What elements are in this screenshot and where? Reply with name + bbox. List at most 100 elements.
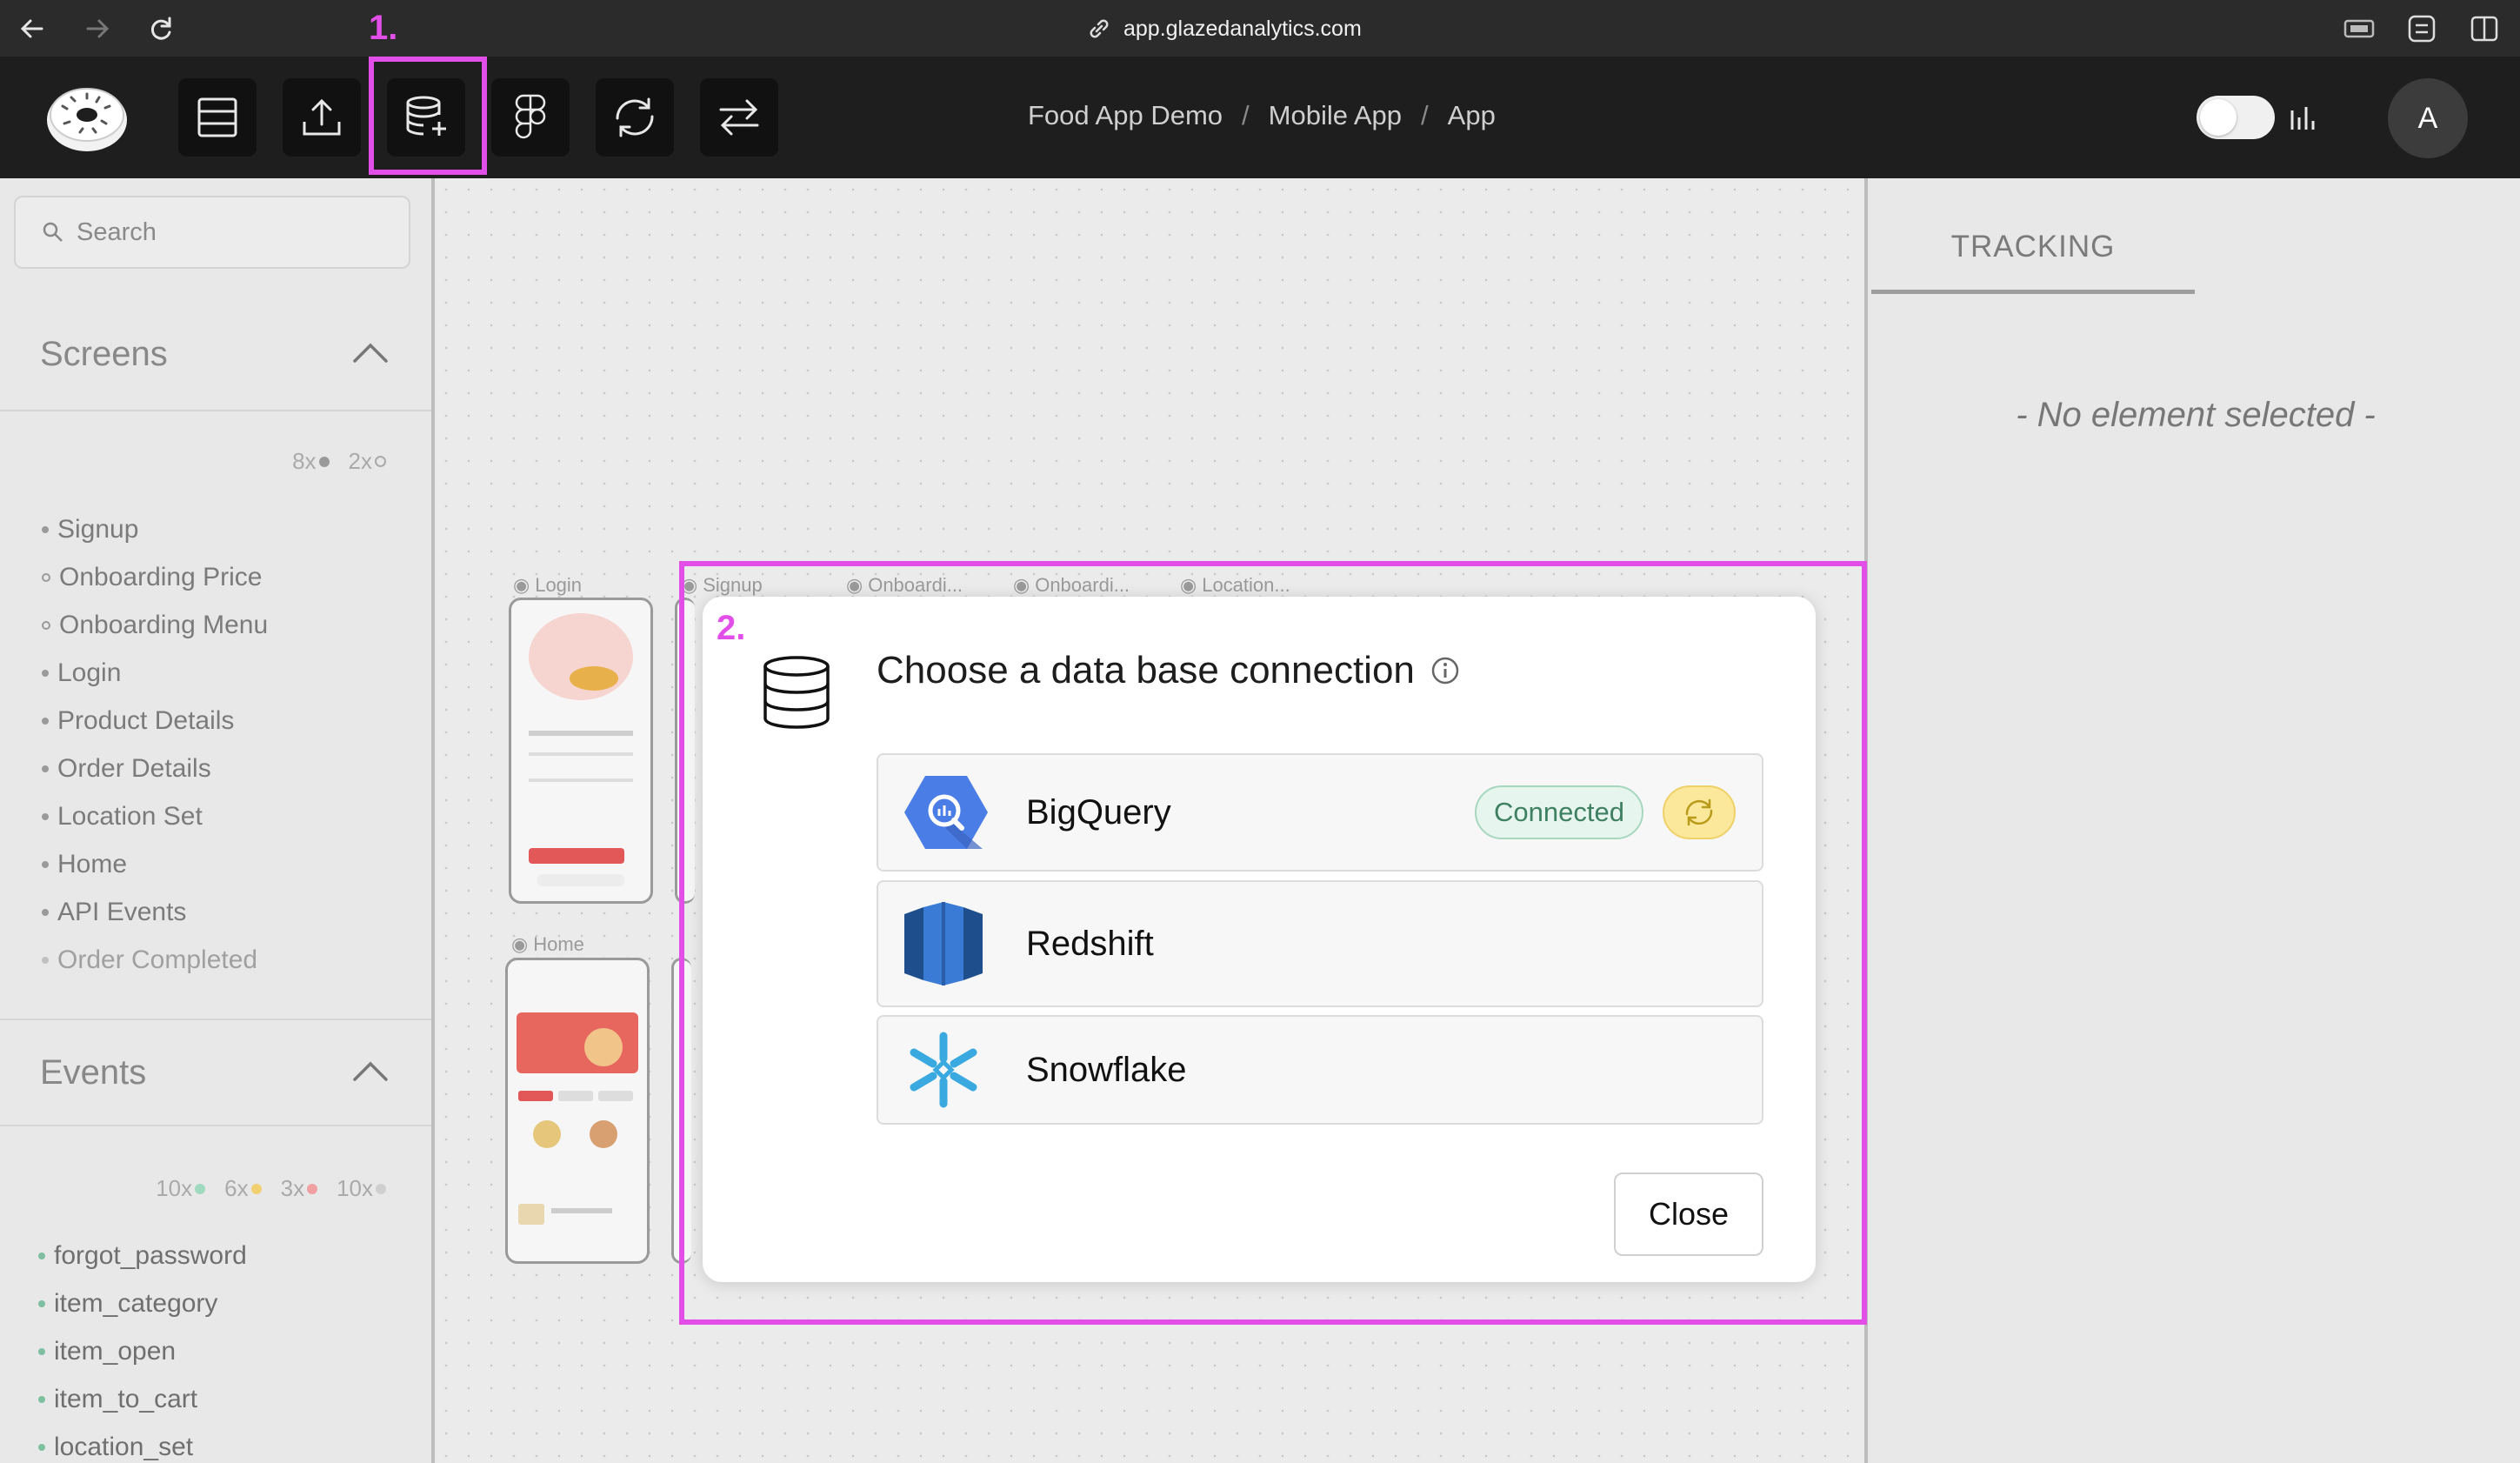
list-item[interactable]: Order Details	[42, 745, 268, 792]
count-hollow: 2x	[349, 448, 386, 475]
reload-icon[interactable]	[146, 14, 176, 43]
redshift-logo-icon	[904, 902, 983, 985]
highlight-box-database-button	[369, 57, 487, 175]
snowflake-logo-icon	[904, 1031, 983, 1109]
hollow-dot-icon	[375, 456, 386, 467]
bullet-icon	[42, 669, 49, 677]
bullet-icon	[42, 812, 49, 820]
bullet-icon	[38, 1252, 45, 1259]
list-layout-icon	[197, 97, 237, 137]
close-button[interactable]: Close	[1614, 1172, 1763, 1256]
count-item: 3x	[281, 1175, 318, 1202]
breadcrumb-platform[interactable]: Mobile App	[1269, 100, 1402, 131]
screens-counts: 8x 2x	[292, 448, 386, 475]
gray-dot-icon	[376, 1183, 386, 1194]
avatar[interactable]: A	[2388, 78, 2468, 158]
screens-title: Screens	[40, 335, 168, 373]
breadcrumb-separator: /	[1421, 100, 1429, 130]
bullet-icon	[42, 572, 50, 582]
filled-dot-icon	[318, 456, 330, 467]
figma-icon	[515, 94, 546, 139]
screens-section-header[interactable]: Screens	[0, 302, 431, 411]
list-item[interactable]: item_category	[38, 1279, 247, 1327]
link-icon	[1090, 19, 1109, 38]
option-name: Snowflake	[1026, 1050, 1187, 1089]
bullet-icon	[42, 908, 49, 916]
list-item[interactable]: Product Details	[42, 697, 268, 745]
left-sidebar: Screens 8x 2x Signup Onboarding Price On…	[0, 178, 435, 1463]
reader-icon[interactable]	[2343, 14, 2375, 43]
bigquery-option[interactable]: BigQuery Connected	[877, 753, 1763, 872]
redshift-option[interactable]: Redshift	[877, 880, 1763, 1007]
list-item[interactable]: Signup	[42, 505, 268, 553]
bullet-icon	[42, 717, 49, 725]
red-dot-icon	[307, 1183, 318, 1194]
thumb-label: ◉ Login	[513, 574, 583, 596]
events-section-header[interactable]: Events	[0, 1019, 431, 1126]
breadcrumb-project[interactable]: Food App Demo	[1028, 100, 1223, 131]
count-item: 10x	[337, 1175, 386, 1202]
login-screen-thumbnail[interactable]	[509, 598, 653, 904]
bullet-icon	[42, 860, 49, 868]
figma-button[interactable]	[491, 78, 570, 157]
highlight-label-2: 2.	[717, 609, 746, 647]
list-item[interactable]: item_open	[38, 1327, 247, 1375]
option-name: Redshift	[1026, 924, 1154, 963]
info-icon[interactable]	[1430, 656, 1460, 685]
modal-title: Choose a data base connection	[877, 649, 1460, 692]
address-bar[interactable]: app.glazedanalytics.com	[1087, 12, 1362, 45]
home-screen-thumbnail[interactable]	[505, 958, 650, 1264]
chevron-up-icon[interactable]	[351, 1059, 390, 1083]
list-item[interactable]: API Events	[42, 888, 268, 936]
right-panel: TRACKING - No element selected -	[1864, 178, 2520, 1463]
bullet-icon	[38, 1443, 45, 1451]
breadcrumb-separator: /	[1242, 100, 1250, 130]
upload-icon	[303, 98, 341, 136]
search-box[interactable]	[14, 196, 410, 269]
upload-button[interactable]	[283, 78, 361, 157]
events-list: forgot_password item_category item_open …	[38, 1232, 247, 1463]
events-counts: 10x 6x 3x 10x	[156, 1175, 386, 1202]
search-icon	[43, 222, 63, 242]
bullet-icon	[42, 525, 49, 533]
back-icon[interactable]	[17, 14, 47, 43]
bigquery-logo-icon	[904, 774, 988, 851]
screens-list: Signup Onboarding Price Onboarding Menu …	[42, 505, 268, 984]
tab-tracking[interactable]: TRACKING	[1871, 204, 2195, 294]
list-item[interactable]: Home	[42, 840, 268, 888]
extension-icon[interactable]	[2407, 14, 2437, 43]
snowflake-option[interactable]: Snowflake	[877, 1015, 1763, 1125]
donut-logo[interactable]	[45, 78, 129, 157]
database-icon	[762, 656, 831, 729]
refresh-icon	[1685, 798, 1713, 826]
list-item[interactable]: Onboarding Price	[42, 553, 268, 601]
list-item[interactable]: forgot_password	[38, 1232, 247, 1279]
yellow-dot-icon	[250, 1183, 262, 1194]
list-item[interactable]: item_to_cart	[38, 1375, 247, 1423]
forward-icon[interactable]	[83, 14, 112, 43]
bullet-icon	[38, 1299, 45, 1307]
chevron-up-icon[interactable]	[351, 340, 390, 364]
events-title: Events	[40, 1053, 147, 1092]
layout-button[interactable]	[178, 78, 257, 157]
list-item[interactable]: Login	[42, 649, 268, 697]
list-item[interactable]: location_set	[38, 1423, 247, 1463]
sidebar-toggle-icon[interactable]	[2470, 14, 2499, 43]
url-text: app.glazedanalytics.com	[1123, 16, 1362, 41]
refresh-connection-button[interactable]	[1663, 785, 1736, 839]
bullet-icon	[38, 1395, 45, 1403]
swap-button[interactable]	[700, 78, 778, 157]
thumb-label: ◉ Home	[511, 933, 584, 955]
count-item: 6x	[224, 1175, 262, 1202]
list-item[interactable]: Location Set	[42, 792, 268, 840]
list-item[interactable]: Order Completed	[42, 936, 268, 984]
mode-toggle[interactable]	[2197, 96, 2275, 139]
count-filled: 8x	[292, 448, 330, 475]
breadcrumb-app[interactable]: App	[1448, 100, 1496, 131]
list-item[interactable]: Onboarding Menu	[42, 601, 268, 649]
eye-icon: ◉	[513, 574, 530, 596]
database-connection-modal: 2. Choose a data base connection BigQuer…	[703, 597, 1816, 1282]
search-input[interactable]	[75, 217, 391, 248]
sync-button[interactable]	[596, 78, 674, 157]
bar-chart-icon[interactable]	[2289, 104, 2317, 131]
